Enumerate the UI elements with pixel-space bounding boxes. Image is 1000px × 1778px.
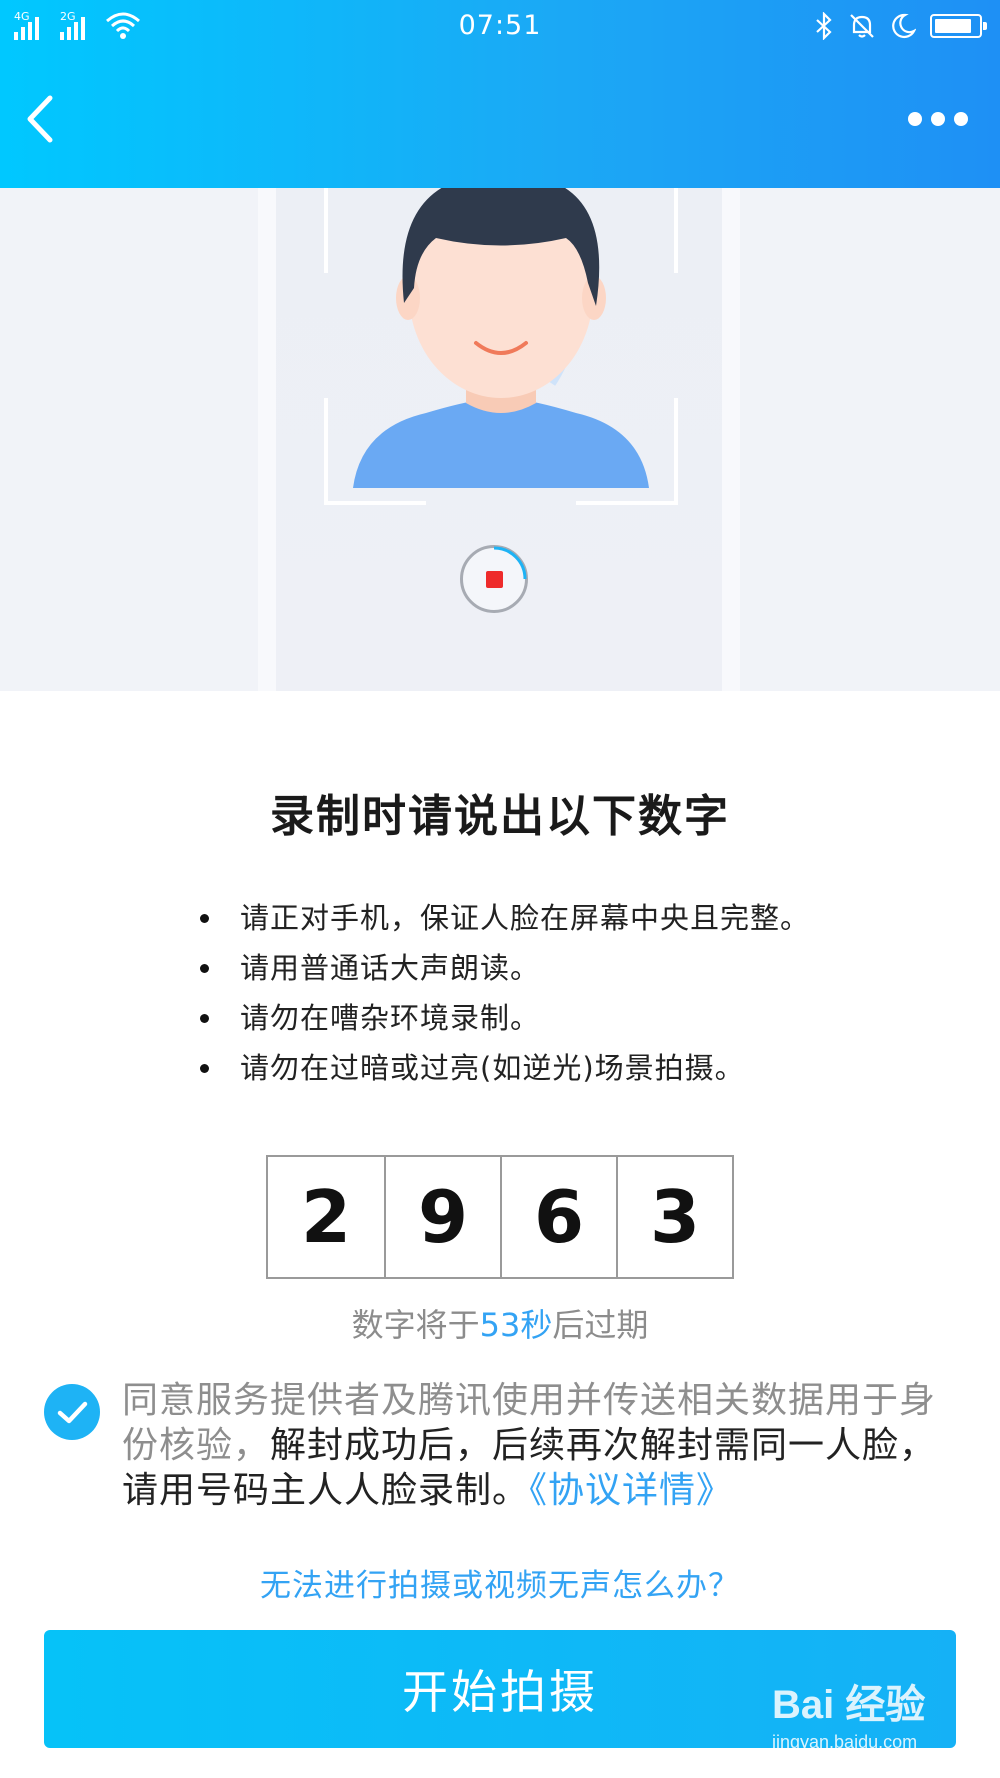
camera-preview (0, 188, 1000, 691)
baidu-watermark: Bai 经验 jingyan.baidu.com (772, 1672, 972, 1752)
agree-checkbox[interactable] (44, 1384, 100, 1440)
watermark-brand: Bai 经验 (772, 1683, 926, 1727)
code-digit: 2 (300, 1175, 352, 1259)
code-digit: 3 (616, 1157, 732, 1277)
watermark-sub: jingyan.baidu.com (772, 1732, 918, 1752)
tips-list: 请正对手机，保证人脸在屏幕中央且完整。 请用普通话大声朗读。 请勿在嘈杂环境录制… (200, 893, 810, 1093)
tip-item: 请勿在嘈杂环境录制。 (200, 993, 810, 1043)
expire-suffix: 后过期 (552, 1306, 649, 1344)
mute-bell-icon (850, 14, 874, 38)
agreement-link[interactable]: 《协议详情》 (529, 1470, 733, 1511)
agreement-text: 同意服务提供者及腾讯使用并传送相关数据用于身份核验，解封成功后，后续再次解封需同… (122, 1378, 960, 1513)
chevron-left-icon (27, 95, 53, 143)
battery-icon (930, 14, 987, 38)
code-digit: 6 (500, 1157, 616, 1277)
page-title: 录制时请说出以下数字 (270, 791, 730, 842)
code-digit: 9 (384, 1157, 500, 1277)
record-button[interactable] (460, 545, 528, 613)
stop-record-icon (486, 571, 503, 588)
more-dot (931, 112, 945, 126)
expire-notice: 数字将于53秒后过期 (0, 1300, 1000, 1346)
expire-prefix: 数字将于 (351, 1306, 480, 1344)
app-header: 4G 2G 07:51 (0, 0, 1000, 188)
help-link[interactable]: 无法进行拍摄或视频无声怎么办？ (0, 1560, 1000, 1605)
bluetooth-icon (816, 12, 832, 40)
tip-item: 请正对手机，保证人脸在屏幕中央且完整。 (200, 893, 810, 943)
back-button[interactable] (18, 90, 66, 148)
tip-item: 请用普通话大声朗读。 (200, 943, 810, 993)
checkmark-icon (57, 1401, 88, 1424)
face-guide-illustration (324, 188, 678, 505)
more-dot (954, 112, 968, 126)
expire-seconds: 53秒 (479, 1306, 553, 1344)
verification-code: 2 9 6 3 (266, 1155, 734, 1279)
more-button[interactable] (908, 104, 978, 134)
status-bar: 4G 2G 07:51 (0, 0, 1000, 56)
status-right (814, 12, 987, 40)
moon-icon (892, 13, 916, 39)
more-dots-icon (908, 112, 922, 126)
phone-frame (258, 188, 740, 691)
tip-item: 请勿在过暗或过亮(如逆光)场景拍摄。 (200, 1043, 810, 1093)
